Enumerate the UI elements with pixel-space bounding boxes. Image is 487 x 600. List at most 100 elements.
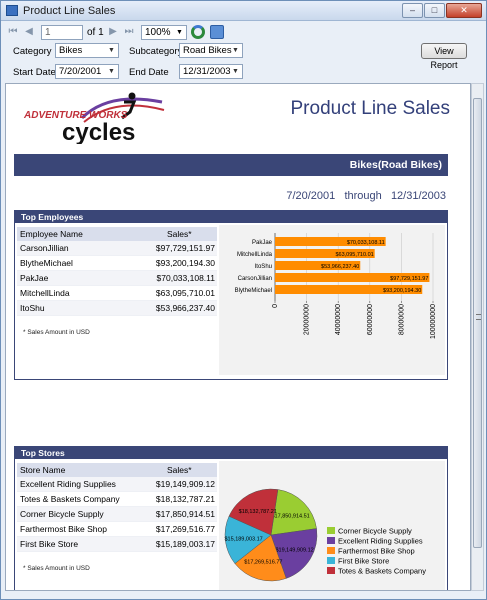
data-label: $53,966,237.40 bbox=[321, 264, 359, 270]
row-name: BlytheMichael bbox=[20, 258, 73, 268]
end-date-label: End Date bbox=[129, 67, 169, 78]
zoom-value: 100% bbox=[145, 27, 171, 38]
row-sales: $15,189,003.17 bbox=[155, 539, 215, 549]
table-row: MitchellLinda $63,095,710.01 bbox=[17, 286, 217, 301]
category-label: BlytheMichael bbox=[235, 288, 272, 294]
legend-entry: First Bike Store bbox=[338, 557, 389, 566]
start-date-value: 7/20/2001 bbox=[59, 66, 102, 77]
tick-label: 40000000 bbox=[335, 304, 342, 335]
employee-bar-chart: PakJae $70,033,108.11 MitchellLinda $63,095… bbox=[219, 225, 445, 375]
title-bar: Product Line Sales – □ ✕ bbox=[1, 1, 486, 21]
scrollbar-thumb[interactable] bbox=[473, 98, 482, 548]
end-date-picker[interactable]: 12/31/2003 ▼ bbox=[179, 64, 243, 79]
previous-page-icon[interactable]: ◀ bbox=[23, 26, 35, 38]
adventure-works-logo: ADVENTURE WORKS cycles bbox=[22, 88, 172, 146]
chevron-down-icon: ▼ bbox=[108, 68, 115, 75]
tick-label: 60000000 bbox=[367, 304, 374, 335]
start-date-picker[interactable]: 7/20/2001 ▼ bbox=[55, 64, 119, 79]
section-heading: Top Stores bbox=[15, 447, 447, 459]
table-row: Totes & Baskets Company $18,132,787.21 bbox=[17, 492, 217, 507]
maximize-button[interactable]: □ bbox=[424, 3, 445, 18]
data-label: $63,095,710.01 bbox=[335, 252, 373, 258]
data-label: $97,729,151.97 bbox=[390, 276, 428, 282]
export-icon[interactable] bbox=[210, 25, 224, 39]
pie-chart-svg: $17,850,914.51 $19,149,909.12 $17,269,516.… bbox=[224, 488, 426, 582]
chevron-down-icon: ▼ bbox=[176, 29, 183, 36]
row-name: Totes & Baskets Company bbox=[20, 494, 120, 504]
end-date-value: 12/31/2003 bbox=[183, 66, 231, 77]
close-button[interactable]: ✕ bbox=[446, 3, 482, 18]
tick-label: 100000000 bbox=[430, 304, 437, 339]
slice-label: $17,269,516.77 bbox=[244, 560, 282, 566]
report-toolbar: ⏮ ◀ 1 of 1 ▶ ⏭ 100% ▼ bbox=[5, 23, 482, 43]
top-stores-section: Top Stores Store Name Sales* Excellent R… bbox=[14, 446, 448, 590]
zoom-select[interactable]: 100% ▼ bbox=[141, 25, 187, 40]
tick-label: 20000000 bbox=[304, 304, 311, 335]
column-header: Sales* bbox=[167, 229, 192, 239]
column-header: Store Name bbox=[20, 465, 66, 475]
row-name: Corner Bicycle Supply bbox=[20, 509, 104, 519]
store-pie-chart: $17,850,914.51 $19,149,909.12 $17,269,516.… bbox=[219, 461, 445, 590]
vertical-scrollbar[interactable] bbox=[471, 83, 484, 591]
bar-chart-svg: PakJae $70,033,108.11 MitchellLinda $63,095… bbox=[235, 233, 437, 339]
category-select[interactable]: Bikes ▼ bbox=[55, 43, 119, 58]
window-title: Product Line Sales bbox=[23, 5, 116, 17]
window-controls: – □ ✕ bbox=[401, 3, 482, 18]
row-sales: $53,966,237.40 bbox=[155, 303, 215, 313]
page-number-input[interactable]: 1 bbox=[41, 25, 83, 40]
category-label: PakJae bbox=[252, 240, 273, 246]
slice-label: $17,850,914.51 bbox=[271, 514, 309, 520]
row-sales: $70,033,108.11 bbox=[156, 273, 215, 283]
parameter-panel: Category Bikes ▼ Subcategory Road Bikes … bbox=[1, 43, 486, 83]
table-row: Excellent Riding Supplies $19,149,909.12 bbox=[17, 477, 217, 492]
view-report-button[interactable]: View Report bbox=[421, 43, 467, 70]
chevron-down-icon: ▼ bbox=[108, 47, 115, 54]
row-sales: $97,729,151.97 bbox=[155, 243, 215, 253]
subcategory-label: Subcategory bbox=[129, 46, 183, 57]
table-header: Store Name Sales* bbox=[17, 463, 217, 477]
row-name: CarsonJillian bbox=[20, 243, 69, 253]
minimize-button[interactable]: – bbox=[402, 3, 423, 18]
legend-swatch bbox=[327, 527, 335, 534]
data-label: $93,200,194.30 bbox=[383, 288, 421, 294]
report-title: Product Line Sales bbox=[290, 98, 451, 119]
slice-label: $15,189,003.17 bbox=[224, 536, 262, 542]
logo-text-bottom: cycles bbox=[62, 119, 135, 144]
report-canvas: ADVENTURE WORKS cycles Product Line Sale… bbox=[5, 83, 471, 591]
first-page-icon[interactable]: ⏮ bbox=[7, 26, 19, 38]
section-heading: Top Employees bbox=[15, 211, 447, 223]
legend-swatch bbox=[327, 557, 335, 564]
start-date-label: Start Date bbox=[13, 67, 56, 78]
row-name: First Bike Store bbox=[20, 539, 79, 549]
row-name: MitchellLinda bbox=[20, 288, 70, 298]
app-icon bbox=[6, 5, 18, 16]
legend-entry: Farthermost Bike Shop bbox=[338, 547, 415, 556]
category-label: ItoShu bbox=[255, 264, 272, 270]
date-through: through bbox=[344, 190, 382, 202]
row-sales: $63,095,710.01 bbox=[155, 288, 215, 298]
page-count: of 1 bbox=[87, 27, 104, 38]
table-row: First Bike Store $15,189,003.17 bbox=[17, 537, 217, 552]
last-page-icon[interactable]: ⏭ bbox=[123, 26, 135, 38]
column-header: Sales* bbox=[167, 465, 192, 475]
row-name: Excellent Riding Supplies bbox=[20, 479, 116, 489]
row-sales: $19,149,909.12 bbox=[155, 479, 215, 489]
slice-label: $19,149,909.12 bbox=[275, 547, 313, 553]
legend-swatch bbox=[327, 547, 335, 554]
subcategory-select[interactable]: Road Bikes ▼ bbox=[179, 43, 243, 58]
next-page-icon[interactable]: ▶ bbox=[107, 26, 119, 38]
logo-graphic: ADVENTURE WORKS cycles bbox=[23, 92, 165, 146]
stores-table: Store Name Sales* Excellent Riding Suppl… bbox=[17, 463, 217, 552]
legend-swatch bbox=[327, 537, 335, 544]
tick-label: 0 bbox=[272, 304, 279, 308]
row-name: ItoShu bbox=[20, 303, 45, 313]
row-sales: $17,269,516.77 bbox=[155, 524, 215, 534]
table-row: CarsonJillian $97,729,151.97 bbox=[17, 241, 217, 256]
row-sales: $18,132,787.21 bbox=[155, 494, 215, 504]
legend-entry: Totes & Baskets Company bbox=[338, 567, 426, 576]
date-from: 7/20/2001 bbox=[286, 190, 336, 202]
refresh-icon[interactable] bbox=[191, 25, 205, 39]
row-name: Farthermost Bike Shop bbox=[20, 524, 107, 534]
table-row: BlytheMichael $93,200,194.30 bbox=[17, 256, 217, 271]
category-label: CarsonJillian bbox=[238, 276, 272, 282]
